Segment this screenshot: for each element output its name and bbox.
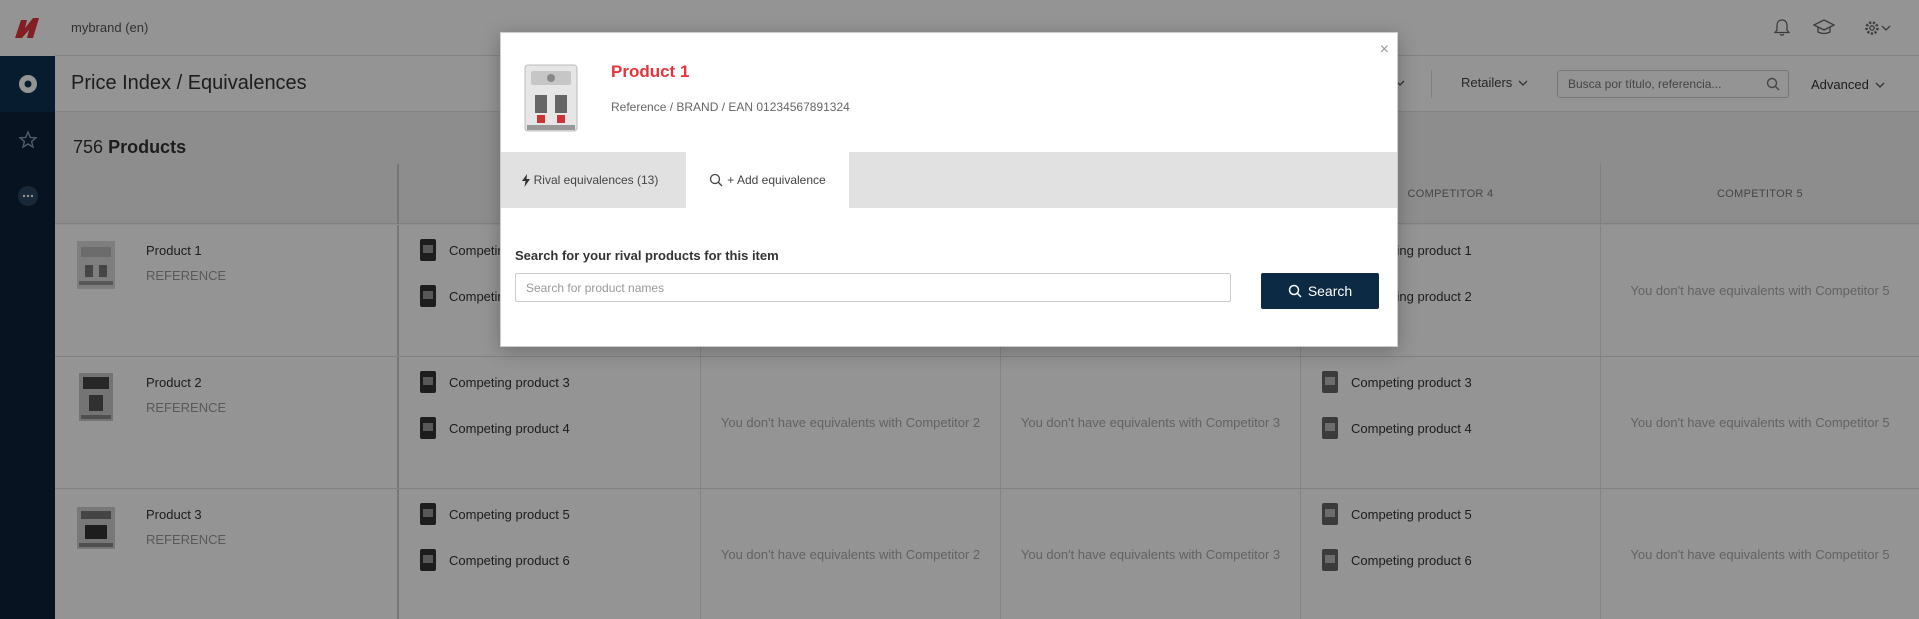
modal-tabs: Rival equivalences (13) + Add equivalenc… (501, 152, 1397, 208)
tab-rival-equivalences[interactable]: Rival equivalences (13) (515, 152, 665, 208)
product-image (524, 64, 578, 132)
tab-add-equivalence[interactable]: + Add equivalence (686, 152, 849, 208)
search-button-label: Search (1307, 283, 1353, 299)
search-instructions: Search for your rival products for this … (515, 248, 779, 263)
tab-label: Rival equivalences (13) (533, 173, 659, 187)
lightning-icon (521, 173, 530, 187)
modal-title: Product 1 (611, 62, 690, 81)
modal-subtitle: Reference / BRAND / EAN 01234567891324 (611, 100, 850, 114)
search-icon (1288, 284, 1302, 298)
search-button[interactable]: Search (1261, 273, 1379, 309)
close-button[interactable]: × (1380, 41, 1389, 59)
add-equivalence-modal: × Product 1 Reference / BRAND / EAN 0123… (500, 32, 1398, 347)
tab-label: + Add equivalence (727, 173, 826, 187)
search-icon (710, 173, 723, 187)
product-search-input[interactable] (515, 273, 1231, 302)
